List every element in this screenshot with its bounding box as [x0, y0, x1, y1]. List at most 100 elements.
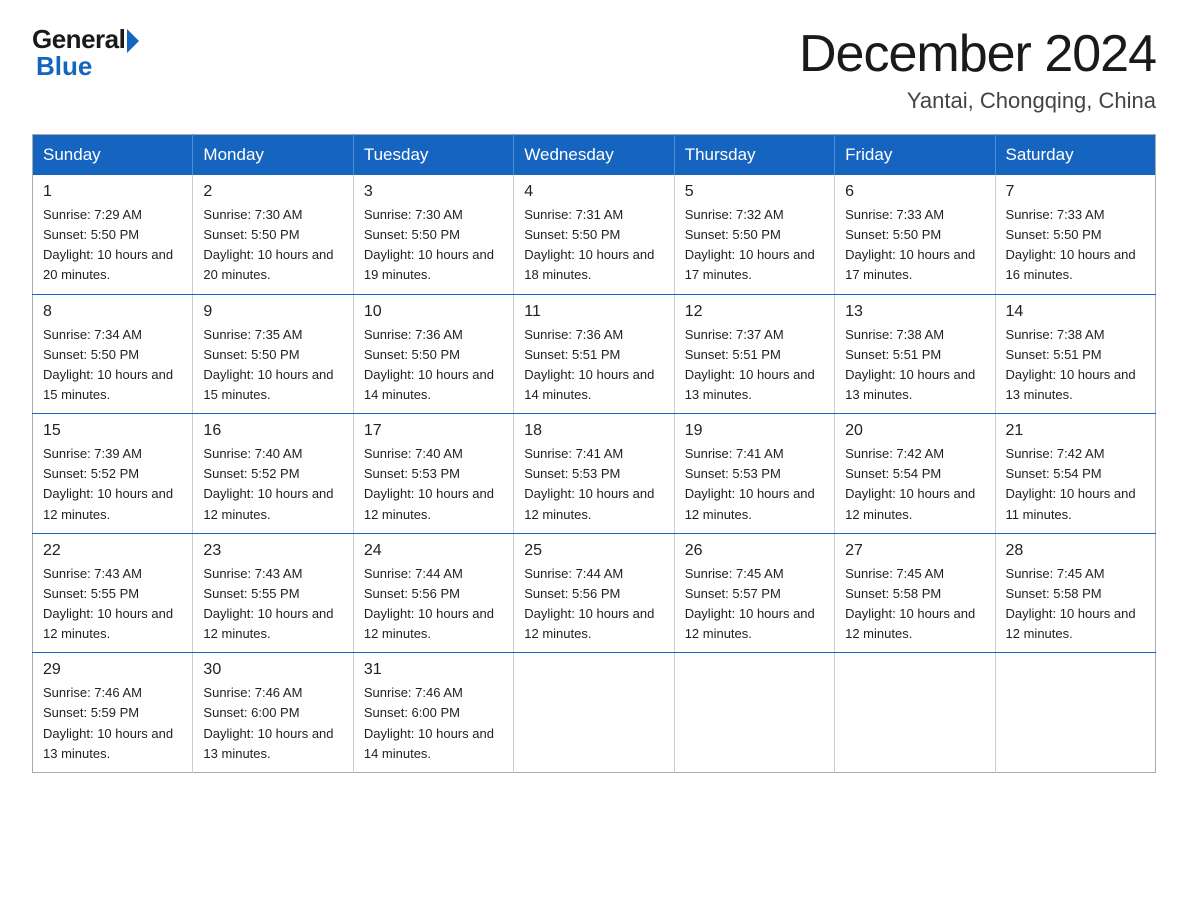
- day-number: 18: [524, 422, 663, 440]
- calendar-week-row: 1 Sunrise: 7:29 AMSunset: 5:50 PMDaylight…: [33, 175, 1156, 294]
- day-number: 11: [524, 303, 663, 321]
- calendar-cell: 14Sunrise: 7:38 AMSunset: 5:51 PMDayligh…: [995, 294, 1155, 414]
- day-number: 19: [685, 422, 824, 440]
- column-header-saturday: Saturday: [995, 135, 1155, 176]
- day-number: 5: [685, 183, 824, 201]
- day-number: 15: [43, 422, 182, 440]
- day-number: 7: [1006, 183, 1145, 201]
- day-number: 16: [203, 422, 342, 440]
- day-info: Sunrise: 7:43 AMSunset: 5:55 PMDaylight:…: [43, 564, 182, 645]
- calendar-cell: 29 Sunrise: 7:46 AMSunset: 5:59 PMDayligh…: [33, 653, 193, 773]
- day-number: 21: [1006, 422, 1145, 440]
- calendar-cell: 9 Sunrise: 7:35 AMSunset: 5:50 PMDaylight…: [193, 294, 353, 414]
- month-title: December 2024: [799, 24, 1156, 84]
- calendar-cell: 7Sunrise: 7:33 AMSunset: 5:50 PMDaylight…: [995, 175, 1155, 294]
- day-number: 23: [203, 542, 342, 560]
- calendar-week-row: 8Sunrise: 7:34 AMSunset: 5:50 PMDaylight…: [33, 294, 1156, 414]
- calendar-cell: [674, 653, 834, 773]
- day-number: 25: [524, 542, 663, 560]
- column-header-monday: Monday: [193, 135, 353, 176]
- day-number: 10: [364, 303, 503, 321]
- calendar-cell: 24 Sunrise: 7:44 AMSunset: 5:56 PMDayligh…: [353, 533, 513, 653]
- calendar-cell: 25 Sunrise: 7:44 AMSunset: 5:56 PMDayligh…: [514, 533, 674, 653]
- column-header-tuesday: Tuesday: [353, 135, 513, 176]
- calendar-cell: 17 Sunrise: 7:40 AMSunset: 5:53 PMDayligh…: [353, 414, 513, 534]
- calendar-cell: 5Sunrise: 7:32 AMSunset: 5:50 PMDaylight…: [674, 175, 834, 294]
- calendar-cell: 3 Sunrise: 7:30 AMSunset: 5:50 PMDaylight…: [353, 175, 513, 294]
- day-info: Sunrise: 7:40 AMSunset: 5:52 PMDaylight:…: [203, 444, 342, 525]
- calendar-week-row: 22 Sunrise: 7:43 AMSunset: 5:55 PMDayligh…: [33, 533, 1156, 653]
- day-number: 26: [685, 542, 824, 560]
- calendar-cell: 21Sunrise: 7:42 AMSunset: 5:54 PMDayligh…: [995, 414, 1155, 534]
- day-number: 12: [685, 303, 824, 321]
- day-number: 30: [203, 661, 342, 679]
- day-info: Sunrise: 7:29 AMSunset: 5:50 PMDaylight:…: [43, 205, 182, 286]
- day-info: Sunrise: 7:42 AMSunset: 5:54 PMDaylight:…: [845, 444, 984, 525]
- day-info: Sunrise: 7:46 AMSunset: 6:00 PMDaylight:…: [364, 683, 503, 764]
- location-label: Yantai, Chongqing, China: [799, 88, 1156, 114]
- day-info: Sunrise: 7:41 AMSunset: 5:53 PMDaylight:…: [524, 444, 663, 525]
- column-header-wednesday: Wednesday: [514, 135, 674, 176]
- calendar-cell: 2Sunrise: 7:30 AMSunset: 5:50 PMDaylight…: [193, 175, 353, 294]
- day-info: Sunrise: 7:36 AMSunset: 5:51 PMDaylight:…: [524, 325, 663, 406]
- day-info: Sunrise: 7:43 AMSunset: 5:55 PMDaylight:…: [203, 564, 342, 645]
- day-number: 17: [364, 422, 503, 440]
- calendar-cell: 27Sunrise: 7:45 AMSunset: 5:58 PMDayligh…: [835, 533, 995, 653]
- calendar-cell: 13 Sunrise: 7:38 AMSunset: 5:51 PMDayligh…: [835, 294, 995, 414]
- day-info: Sunrise: 7:44 AMSunset: 5:56 PMDaylight:…: [364, 564, 503, 645]
- day-info: Sunrise: 7:41 AMSunset: 5:53 PMDaylight:…: [685, 444, 824, 525]
- day-number: 24: [364, 542, 503, 560]
- calendar-table: SundayMondayTuesdayWednesdayThursdayFrid…: [32, 134, 1156, 773]
- page-header: General Blue December 2024 Yantai, Chong…: [32, 24, 1156, 114]
- day-number: 4: [524, 183, 663, 201]
- day-info: Sunrise: 7:33 AMSunset: 5:50 PMDaylight:…: [845, 205, 984, 286]
- calendar-header-row: SundayMondayTuesdayWednesdayThursdayFrid…: [33, 135, 1156, 176]
- day-info: Sunrise: 7:46 AMSunset: 5:59 PMDaylight:…: [43, 683, 182, 764]
- day-number: 9: [203, 303, 342, 321]
- title-block: December 2024 Yantai, Chongqing, China: [799, 24, 1156, 114]
- day-number: 3: [364, 183, 503, 201]
- day-info: Sunrise: 7:31 AMSunset: 5:50 PMDaylight:…: [524, 205, 663, 286]
- calendar-cell: 31 Sunrise: 7:46 AMSunset: 6:00 PMDayligh…: [353, 653, 513, 773]
- calendar-cell: 4 Sunrise: 7:31 AMSunset: 5:50 PMDaylight…: [514, 175, 674, 294]
- column-header-friday: Friday: [835, 135, 995, 176]
- calendar-cell: 6 Sunrise: 7:33 AMSunset: 5:50 PMDaylight…: [835, 175, 995, 294]
- day-info: Sunrise: 7:40 AMSunset: 5:53 PMDaylight:…: [364, 444, 503, 525]
- calendar-week-row: 29 Sunrise: 7:46 AMSunset: 5:59 PMDayligh…: [33, 653, 1156, 773]
- calendar-cell: 15 Sunrise: 7:39 AMSunset: 5:52 PMDayligh…: [33, 414, 193, 534]
- day-number: 6: [845, 183, 984, 201]
- day-info: Sunrise: 7:45 AMSunset: 5:58 PMDaylight:…: [1006, 564, 1145, 645]
- day-info: Sunrise: 7:30 AMSunset: 5:50 PMDaylight:…: [364, 205, 503, 286]
- day-number: 22: [43, 542, 182, 560]
- day-info: Sunrise: 7:37 AMSunset: 5:51 PMDaylight:…: [685, 325, 824, 406]
- calendar-cell: 30Sunrise: 7:46 AMSunset: 6:00 PMDayligh…: [193, 653, 353, 773]
- column-header-thursday: Thursday: [674, 135, 834, 176]
- calendar-cell: 19 Sunrise: 7:41 AMSunset: 5:53 PMDayligh…: [674, 414, 834, 534]
- calendar-cell: [995, 653, 1155, 773]
- day-number: 31: [364, 661, 503, 679]
- day-info: Sunrise: 7:39 AMSunset: 5:52 PMDaylight:…: [43, 444, 182, 525]
- day-number: 2: [203, 183, 342, 201]
- day-number: 1: [43, 183, 182, 201]
- calendar-week-row: 15 Sunrise: 7:39 AMSunset: 5:52 PMDayligh…: [33, 414, 1156, 534]
- calendar-cell: 12 Sunrise: 7:37 AMSunset: 5:51 PMDayligh…: [674, 294, 834, 414]
- calendar-cell: 11 Sunrise: 7:36 AMSunset: 5:51 PMDayligh…: [514, 294, 674, 414]
- day-number: 29: [43, 661, 182, 679]
- calendar-cell: 23 Sunrise: 7:43 AMSunset: 5:55 PMDayligh…: [193, 533, 353, 653]
- calendar-cell: 10Sunrise: 7:36 AMSunset: 5:50 PMDayligh…: [353, 294, 513, 414]
- day-number: 14: [1006, 303, 1145, 321]
- day-number: 20: [845, 422, 984, 440]
- logo: General Blue: [32, 24, 139, 82]
- day-info: Sunrise: 7:44 AMSunset: 5:56 PMDaylight:…: [524, 564, 663, 645]
- calendar-cell: 16 Sunrise: 7:40 AMSunset: 5:52 PMDayligh…: [193, 414, 353, 534]
- day-info: Sunrise: 7:35 AMSunset: 5:50 PMDaylight:…: [203, 325, 342, 406]
- day-info: Sunrise: 7:45 AMSunset: 5:58 PMDaylight:…: [845, 564, 984, 645]
- logo-triangle-icon: [127, 29, 139, 53]
- day-info: Sunrise: 7:38 AMSunset: 5:51 PMDaylight:…: [845, 325, 984, 406]
- calendar-cell: 20 Sunrise: 7:42 AMSunset: 5:54 PMDayligh…: [835, 414, 995, 534]
- calendar-cell: 26Sunrise: 7:45 AMSunset: 5:57 PMDayligh…: [674, 533, 834, 653]
- calendar-cell: [835, 653, 995, 773]
- calendar-cell: 18 Sunrise: 7:41 AMSunset: 5:53 PMDayligh…: [514, 414, 674, 534]
- day-number: 13: [845, 303, 984, 321]
- calendar-cell: 8Sunrise: 7:34 AMSunset: 5:50 PMDaylight…: [33, 294, 193, 414]
